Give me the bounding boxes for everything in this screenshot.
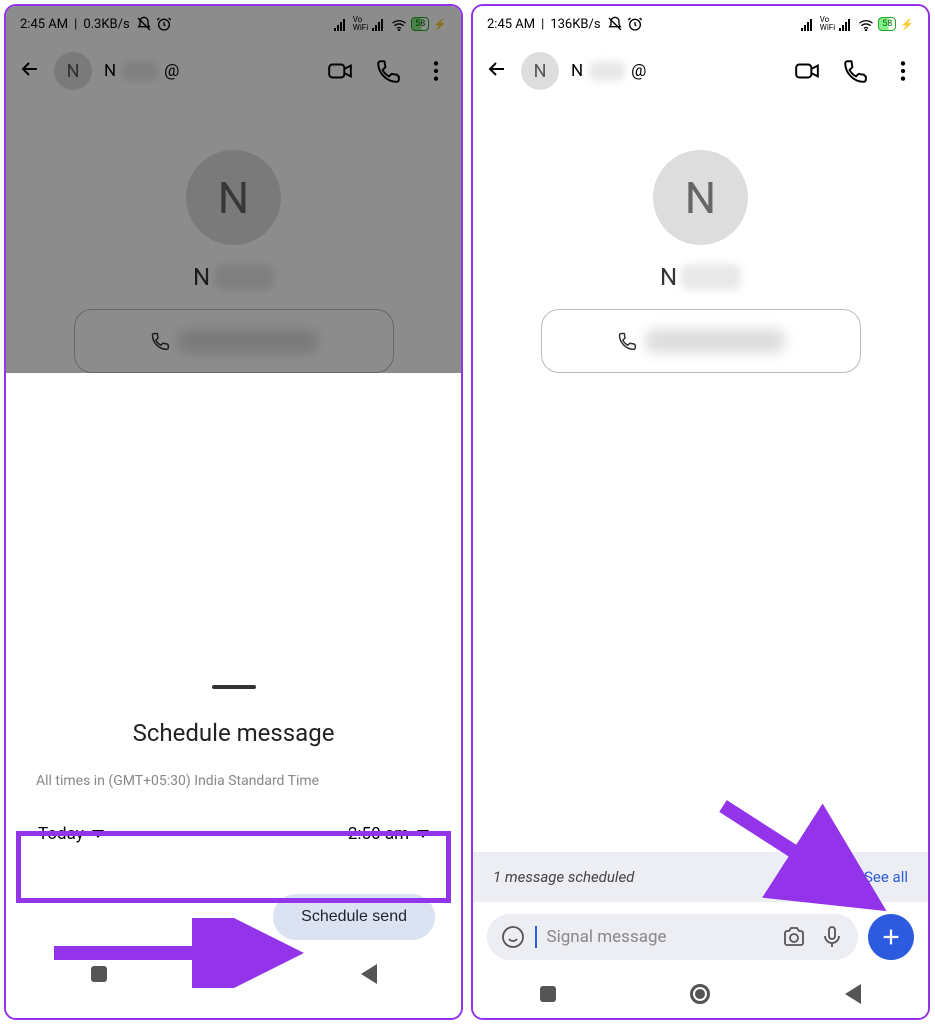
- back-button[interactable]: [18, 57, 42, 85]
- voice-call-icon[interactable]: [375, 58, 401, 84]
- video-call-icon[interactable]: [794, 58, 820, 84]
- status-bar: 2:45 AM | 0.3KB/s VoWiFi 58 ⚡: [6, 6, 461, 42]
- alarm-icon: [156, 16, 172, 32]
- back-button[interactable]: [485, 57, 509, 85]
- signal-icon: [372, 18, 387, 31]
- scheduled-text: 1 message scheduled: [493, 868, 634, 886]
- avatar-small[interactable]: N: [521, 52, 559, 90]
- avatar-small[interactable]: N: [54, 52, 92, 90]
- phone-number-pill[interactable]: [541, 309, 861, 373]
- chevron-down-icon: [417, 830, 429, 838]
- top-bar: N N @: [6, 42, 461, 100]
- phone-icon: [150, 331, 170, 351]
- voice-call-icon[interactable]: [842, 58, 868, 84]
- status-time: 2:45 AM: [487, 17, 535, 32]
- sheet-handle[interactable]: [212, 685, 256, 689]
- battery-icon: 58: [878, 17, 896, 31]
- video-call-icon[interactable]: [327, 58, 353, 84]
- status-net: 0.3KB/s: [83, 17, 129, 32]
- status-time: 2:45 AM: [20, 17, 68, 32]
- signal-icon: [839, 18, 854, 31]
- mute-icon: [607, 16, 623, 32]
- alarm-icon: [627, 16, 643, 32]
- signal-icon: [801, 18, 816, 31]
- timezone-note: All times in (GMT+05:30) India Standard …: [32, 771, 435, 808]
- avatar-large[interactable]: N: [186, 150, 281, 245]
- avatar-large[interactable]: N: [653, 150, 748, 245]
- nav-back-icon[interactable]: [845, 984, 861, 1004]
- nav-home-icon[interactable]: [690, 984, 710, 1004]
- mute-icon: [136, 16, 152, 32]
- message-placeholder: Signal message: [547, 927, 773, 947]
- contact-name[interactable]: N @: [104, 61, 315, 81]
- time-picker[interactable]: 2:50 am: [348, 824, 429, 844]
- nav-home-icon[interactable]: [224, 964, 244, 984]
- nav-recents-icon[interactable]: [91, 966, 107, 982]
- more-icon[interactable]: [890, 58, 916, 84]
- contact-name[interactable]: N @: [571, 61, 782, 81]
- mic-icon[interactable]: [820, 925, 844, 949]
- top-bar: N N @: [473, 42, 928, 100]
- schedule-sheet: Schedule message All times in (GMT+05:30…: [6, 663, 461, 1018]
- nav-recents-icon[interactable]: [540, 986, 556, 1002]
- camera-icon[interactable]: [782, 925, 806, 949]
- date-picker[interactable]: Today: [38, 824, 104, 844]
- nav-back-icon[interactable]: [361, 964, 377, 984]
- more-icon[interactable]: [423, 58, 449, 84]
- status-bar: 2:45 AM | 136KB/s VoWiFi 58 ⚡: [473, 6, 928, 42]
- signal-icon: [334, 18, 349, 31]
- phone-icon: [617, 331, 637, 351]
- attach-button[interactable]: [868, 914, 914, 960]
- contact-name-large: N: [660, 263, 741, 291]
- nav-bar: [473, 970, 928, 1018]
- see-all-link[interactable]: See all: [864, 868, 908, 886]
- schedule-send-button[interactable]: Schedule send: [273, 894, 435, 940]
- compose-bar: Signal message: [473, 904, 928, 970]
- scheduled-banner[interactable]: 1 message scheduled See all: [473, 852, 928, 902]
- status-net: 136KB/s: [550, 17, 600, 32]
- battery-icon: 58: [411, 17, 429, 31]
- chevron-down-icon: [92, 830, 104, 838]
- wifi-icon: [391, 18, 407, 31]
- emoji-icon[interactable]: [501, 925, 525, 949]
- sheet-title: Schedule message: [32, 719, 435, 747]
- phone-number-pill[interactable]: [74, 309, 394, 373]
- contact-name-large: N: [193, 263, 274, 291]
- nav-bar: [32, 950, 435, 998]
- wifi-icon: [858, 18, 874, 31]
- message-input[interactable]: Signal message: [487, 914, 858, 960]
